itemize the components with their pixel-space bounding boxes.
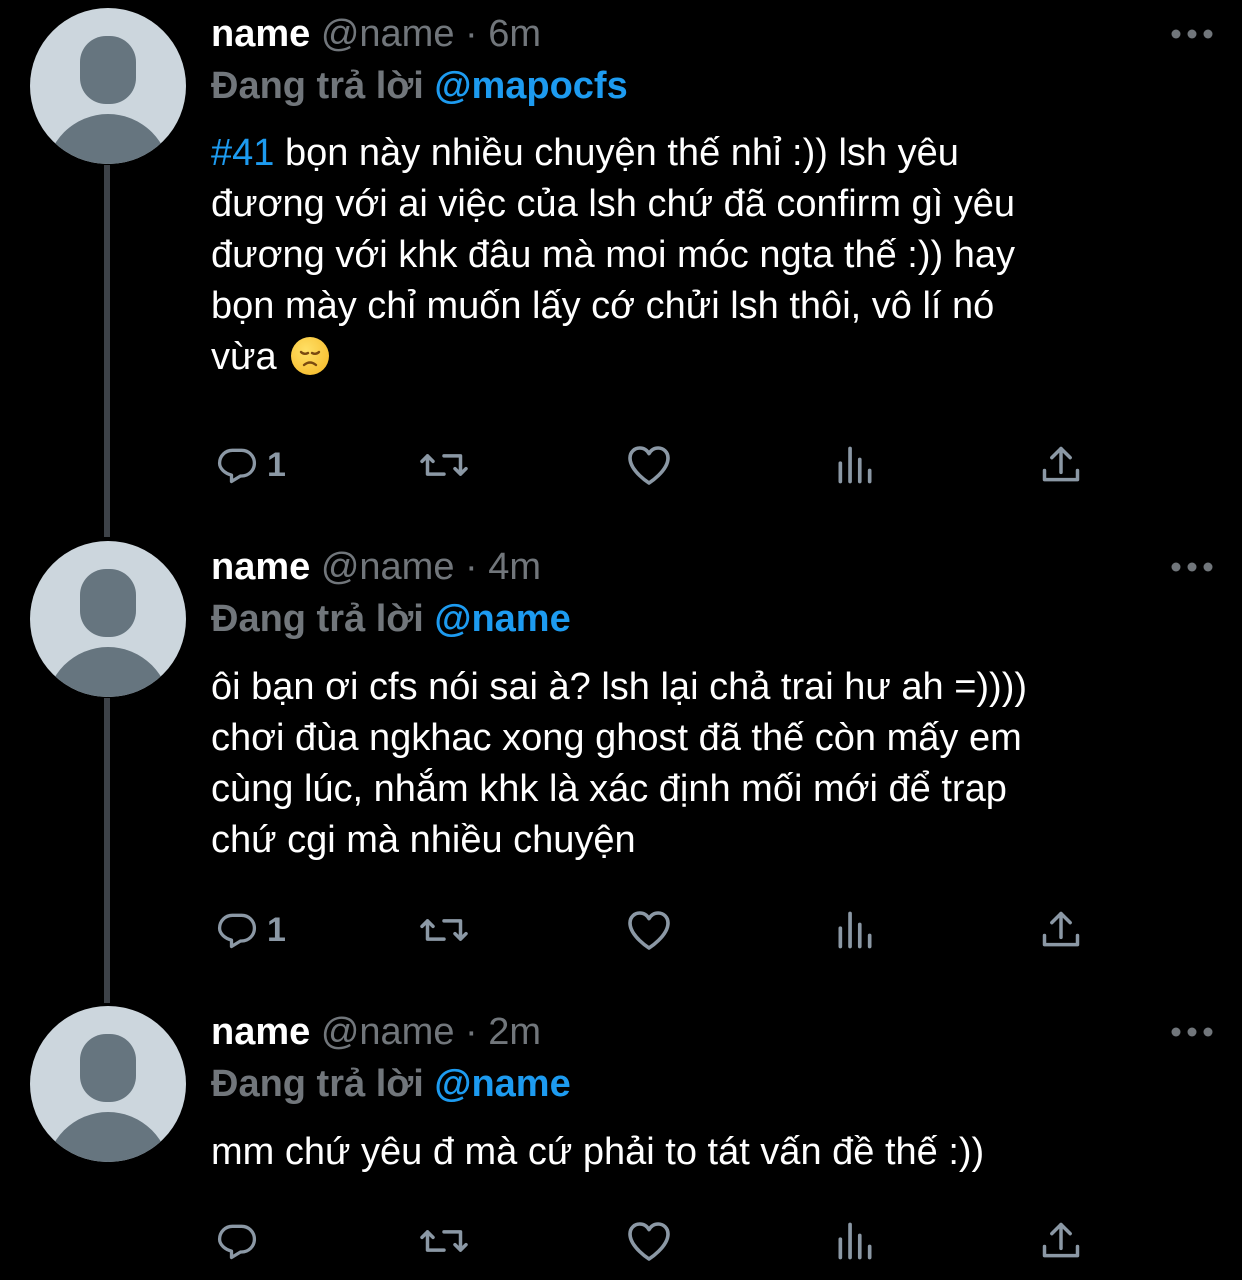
tweet-3[interactable]: name @name · 2m Đang trả lời @name mm ch…: [0, 0, 1242, 1280]
reply-icon: [217, 1224, 257, 1260]
tweet-header: name @name · 2m: [211, 1010, 541, 1054]
reply-mention[interactable]: @name: [434, 1063, 570, 1105]
tweet-actions: [211, 1211, 1091, 1271]
retweet-icon: [420, 1230, 468, 1252]
tweet-text: mm chứ yêu đ mà cứ phải to tát vấn đề th…: [211, 1131, 985, 1173]
display-name[interactable]: name: [211, 1011, 310, 1053]
user-handle[interactable]: @name: [321, 1011, 455, 1053]
separator: ·: [465, 1011, 478, 1053]
avatar[interactable]: [30, 1006, 186, 1162]
replying-to: Đang trả lời @name: [211, 1062, 571, 1106]
retweet-button[interactable]: [417, 1211, 471, 1271]
default-avatar-icon: [80, 1034, 136, 1102]
views-button[interactable]: [833, 1211, 877, 1271]
heart-icon: [628, 1222, 670, 1261]
share-icon: [1042, 1222, 1080, 1258]
more-icon[interactable]: [1170, 1022, 1214, 1042]
timestamp[interactable]: 2m: [488, 1011, 541, 1053]
like-button[interactable]: [625, 1211, 673, 1271]
share-button[interactable]: [1039, 1211, 1083, 1271]
analytics-icon: [838, 1222, 872, 1260]
replying-to-label: Đang trả lời: [211, 1063, 424, 1105]
reply-button[interactable]: [215, 1211, 267, 1271]
